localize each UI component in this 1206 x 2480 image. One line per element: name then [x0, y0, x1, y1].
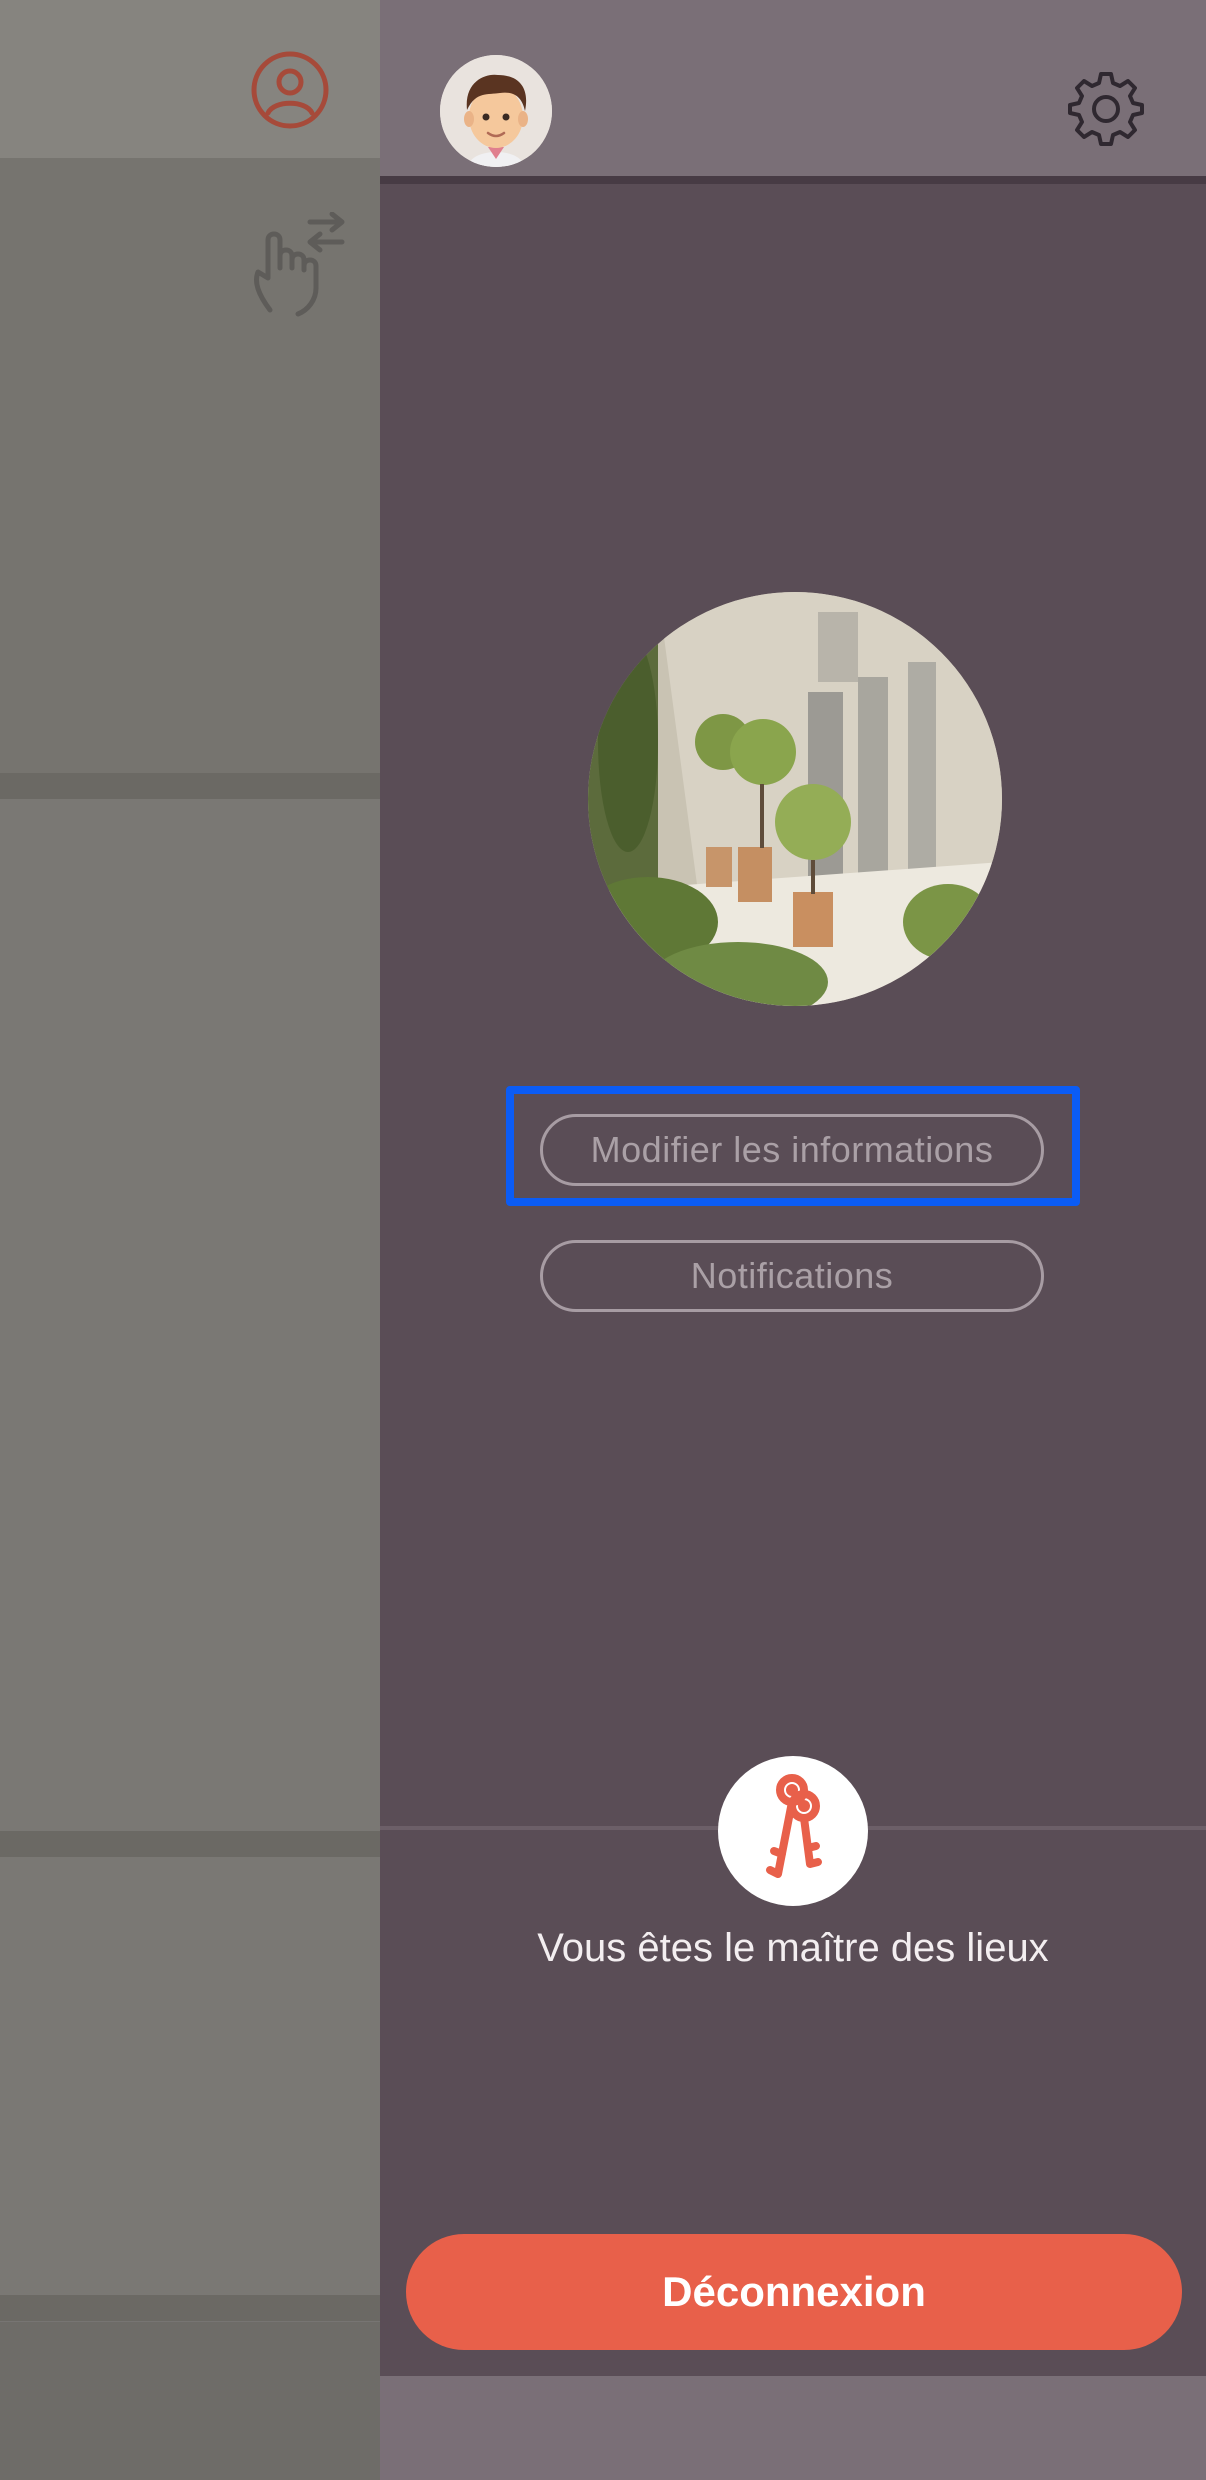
background-separator	[0, 2295, 380, 2321]
logout-button[interactable]: Déconnexion	[406, 2234, 1182, 2350]
background-app	[0, 0, 380, 2480]
keys-badge	[718, 1756, 868, 1906]
background-panel	[0, 799, 380, 1831]
background-separator	[0, 1831, 380, 1857]
side-drawer: Modifier les informations Notifications …	[380, 0, 1206, 2480]
background-panel	[0, 1857, 380, 2295]
owner-status-text: Vous êtes le maître des lieux	[537, 1926, 1049, 1970]
home-photo-image	[588, 592, 1002, 1006]
keys-icon	[766, 1774, 822, 1878]
swipe-icon	[254, 212, 345, 317]
background-separator	[0, 773, 380, 799]
home-photo[interactable]	[588, 592, 1002, 1006]
header-divider	[380, 176, 1206, 184]
edit-information-highlight	[506, 1086, 1080, 1206]
drawer-header	[380, 0, 1206, 176]
notifications-button[interactable]: Notifications	[540, 1240, 1044, 1312]
drawer-footer	[380, 2376, 1206, 2480]
avatar[interactable]	[440, 55, 552, 167]
gear-icon[interactable]	[1068, 70, 1144, 146]
avatar-image	[440, 55, 552, 167]
user-circle-icon[interactable]	[250, 50, 330, 130]
background-footer	[0, 2322, 380, 2480]
